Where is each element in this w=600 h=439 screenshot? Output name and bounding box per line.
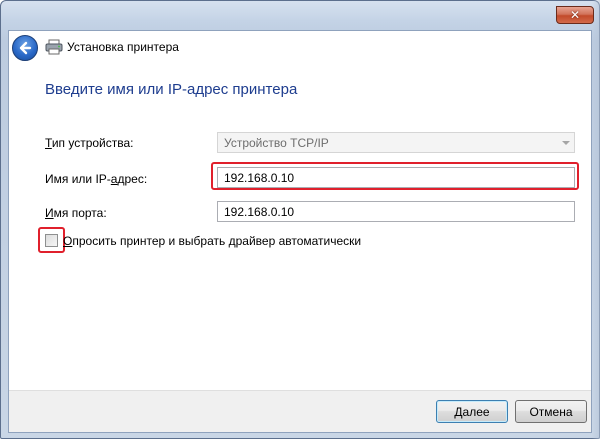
port-label-accesskey: И: [45, 206, 54, 220]
device-type-label: Тип устройства:: [45, 136, 134, 150]
printer-icon: [45, 39, 63, 55]
window-frame-shadow: [592, 0, 600, 439]
port-value: 192.168.0.10: [224, 205, 295, 219]
auto-driver-label-accesskey: О: [63, 234, 73, 248]
address-label: Имя или IP-адрес:: [45, 172, 147, 186]
chevron-down-icon: [562, 141, 570, 145]
dialog-footer: Далее Отмена: [9, 390, 591, 432]
port-label-text: мя порта:: [53, 206, 107, 220]
cancel-button[interactable]: Отмена: [515, 400, 587, 423]
close-button[interactable]: ✕: [556, 6, 594, 24]
auto-driver-label-text: просить принтер и выбрать драйвер автома…: [72, 234, 362, 248]
cancel-button-label: Отмена: [529, 404, 573, 419]
device-type-select[interactable]: Устройство TCP/IP: [217, 132, 575, 153]
port-input[interactable]: 192.168.0.10: [217, 201, 575, 222]
port-label: Имя порта:: [45, 206, 107, 220]
window-title: Установка принтера: [67, 40, 179, 54]
address-label-pre: Имя или IP-: [45, 172, 111, 186]
auto-driver-label[interactable]: Опросить принтер и выбрать драйвер автом…: [63, 234, 361, 248]
checkbox-highlight-box: [38, 227, 65, 253]
next-button-label: алее: [462, 404, 490, 419]
page-heading: Введите имя или IP-адрес принтера: [45, 81, 298, 98]
next-button[interactable]: Далее: [436, 400, 508, 423]
device-type-label-text: ип устройства:: [51, 136, 134, 150]
address-label-text: дрес:: [117, 172, 148, 186]
close-icon: ✕: [569, 8, 581, 22]
next-button-accesskey: Д: [454, 404, 463, 419]
back-arrow-icon: [19, 41, 32, 55]
address-highlight-box: [211, 162, 579, 190]
dialog-client-area: Установка принтера Введите имя или IP-ад…: [8, 30, 592, 433]
back-button[interactable]: [12, 35, 38, 61]
device-type-value: Устройство TCP/IP: [224, 136, 329, 150]
device-type-label-accesskey: Т: [45, 136, 52, 150]
